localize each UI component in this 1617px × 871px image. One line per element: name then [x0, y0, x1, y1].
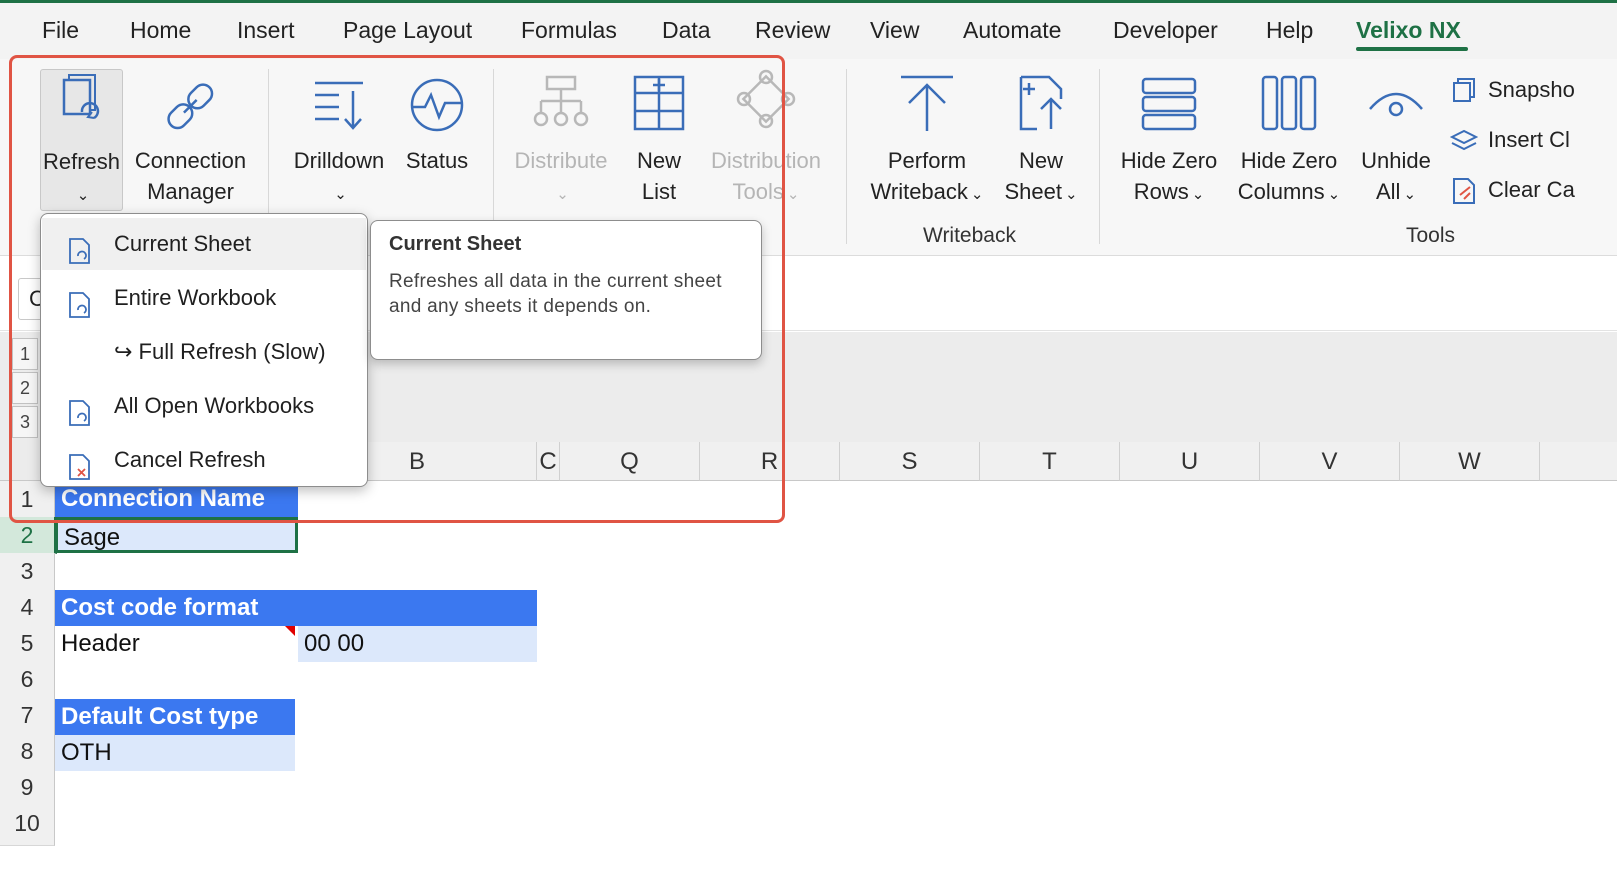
layers-icon: [1449, 127, 1479, 155]
perform-writeback-label-2: Writeback: [870, 179, 968, 204]
hide-zero-rows-label-2: Rows: [1133, 179, 1189, 204]
tab-view[interactable]: View: [870, 17, 919, 44]
row-header-5[interactable]: 5: [0, 625, 55, 662]
tab-developer[interactable]: Developer: [1113, 17, 1218, 44]
new-sheet-label-2: Sheet: [1004, 179, 1062, 204]
unhide-all-button[interactable]: Unhide All ⌄: [1354, 69, 1438, 210]
snapshot-label: Snapsho: [1488, 77, 1575, 102]
row-header-3[interactable]: 3: [0, 553, 55, 590]
row-header-8[interactable]: 8: [0, 733, 55, 770]
chevron-down-icon: ⌄: [970, 186, 984, 203]
row-header-7[interactable]: 7: [0, 697, 55, 734]
tab-help[interactable]: Help: [1266, 17, 1313, 44]
cell-a5[interactable]: Header: [55, 626, 298, 662]
tab-automate[interactable]: Automate: [963, 17, 1061, 44]
chevron-down-icon: ⌄: [1327, 186, 1341, 203]
hide-zero-columns-label-1: Hide Zero: [1240, 148, 1338, 173]
chevron-down-icon: ⌄: [1064, 186, 1078, 203]
hide-zero-columns-button[interactable]: Hide Zero Columns ⌄: [1232, 69, 1346, 210]
upload-arrow-icon: [897, 69, 957, 145]
cell-a4[interactable]: Cost code format: [55, 590, 537, 626]
tab-home[interactable]: Home: [130, 17, 191, 44]
tab-page-layout[interactable]: Page Layout: [343, 17, 472, 44]
ribbon-separator: [846, 69, 847, 244]
chevron-down-icon: ⌄: [1403, 186, 1417, 203]
comment-indicator[interactable]: [285, 626, 295, 636]
hide-zero-rows-button[interactable]: Hide Zero Rows ⌄: [1114, 69, 1224, 210]
snapshot-icon: [1450, 77, 1478, 105]
tab-insert[interactable]: Insert: [237, 17, 295, 44]
clear-cache-icon: [1450, 177, 1478, 205]
cell-b5[interactable]: 00 00: [298, 626, 537, 662]
row-header-10[interactable]: 10: [0, 805, 55, 846]
column-header-w[interactable]: W: [1400, 442, 1540, 481]
chevron-down-icon: ⌄: [786, 186, 800, 203]
snapshot-button[interactable]: Snapsho: [1450, 77, 1575, 105]
new-sheet-label-1: New: [1018, 148, 1063, 173]
row-header-4[interactable]: 4: [0, 589, 55, 626]
cell-a8[interactable]: OTH: [55, 735, 295, 771]
hide-zero-columns-label-2: Columns: [1237, 179, 1325, 204]
unhide-all-label-2: All: [1375, 179, 1401, 204]
group-label-tools: Tools: [1406, 224, 1456, 247]
column-header-t[interactable]: T: [980, 442, 1120, 481]
hide-columns-icon: [1259, 69, 1319, 145]
insert-cl-label: Insert Cl: [1488, 127, 1570, 152]
clear-ca-button[interactable]: Clear Ca: [1450, 177, 1575, 205]
hide-zero-rows-label-1: Hide Zero: [1120, 148, 1218, 173]
row-header-9[interactable]: 9: [0, 769, 55, 806]
new-sheet-button[interactable]: New Sheet ⌄: [1000, 69, 1082, 210]
column-header-s[interactable]: S: [840, 442, 980, 481]
tab-velixo-nx[interactable]: Velixo NX: [1356, 17, 1461, 44]
row-header-6[interactable]: 6: [0, 661, 55, 698]
active-tab-indicator: [1356, 47, 1468, 51]
ribbon-separator: [1099, 69, 1100, 244]
clear-ca-label: Clear Ca: [1488, 177, 1575, 202]
cell-a7[interactable]: Default Cost type: [55, 699, 295, 735]
hide-rows-icon: [1139, 69, 1199, 145]
menu-tabs: File Home Insert Page Layout Formulas Da…: [0, 3, 1617, 59]
unhide-all-label-1: Unhide: [1361, 148, 1431, 173]
insert-cl-button[interactable]: Insert Cl: [1449, 127, 1570, 155]
tab-review[interactable]: Review: [755, 17, 830, 44]
tab-formulas[interactable]: Formulas: [521, 17, 617, 44]
group-label-writeback: Writeback: [923, 224, 1016, 247]
perform-writeback-label-1: Perform: [887, 148, 967, 173]
perform-writeback-button[interactable]: Perform Writeback ⌄: [862, 69, 992, 210]
annotation-highlight-box: [9, 55, 785, 523]
column-header-u[interactable]: U: [1120, 442, 1260, 481]
tab-file[interactable]: File: [42, 17, 79, 44]
new-sheet-icon: [1011, 69, 1071, 145]
chevron-down-icon: ⌄: [1191, 186, 1205, 203]
tab-data[interactable]: Data: [662, 17, 711, 44]
eye-icon: [1366, 69, 1426, 145]
column-header-v[interactable]: V: [1260, 442, 1400, 481]
column-header-next[interactable]: [1540, 442, 1617, 481]
